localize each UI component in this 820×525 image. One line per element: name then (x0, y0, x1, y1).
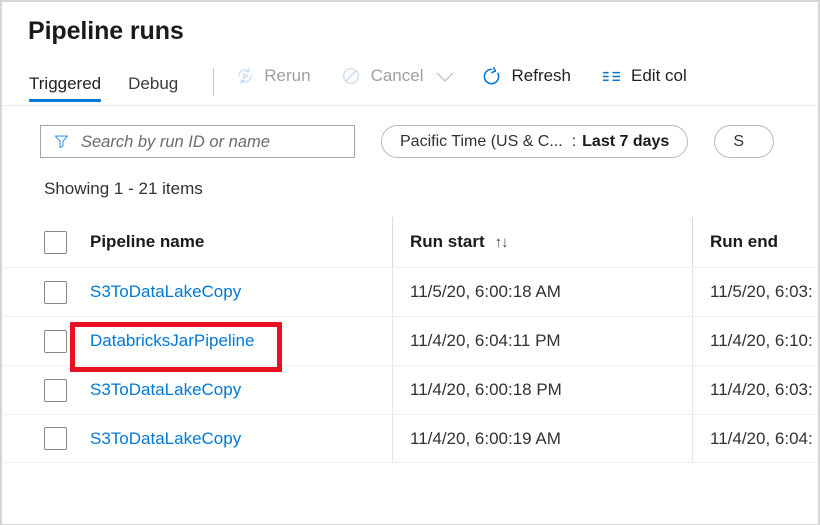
row-run-end-cell: 11/5/20, 6:03: (692, 268, 818, 316)
row-run-start-cell: 11/5/20, 6:00:18 AM (392, 268, 692, 316)
run-end-value: 11/4/20, 6:03: (710, 379, 813, 401)
rerun-button[interactable]: Rerun (230, 61, 318, 101)
table-row[interactable]: S3ToDataLakeCopy 11/4/20, 6:00:18 PM 11/… (2, 365, 818, 414)
time-range-value: Last 7 days (582, 133, 669, 151)
row-name-cell: S3ToDataLakeCopy (90, 415, 392, 462)
row-name-cell: DatabricksJarPipeline (90, 317, 392, 365)
row-name-cell: S3ToDataLakeCopy (90, 268, 392, 316)
title-bar: Pipeline runs (2, 2, 818, 48)
row-run-start-cell: 11/4/20, 6:04:11 PM (392, 317, 692, 365)
row-checkbox[interactable] (44, 379, 67, 402)
pipeline-name-link[interactable]: DatabricksJarPipeline (90, 330, 254, 352)
edit-columns-label: Edit col (631, 65, 687, 87)
column-header-run-end-label: Run end (710, 231, 778, 253)
select-all-cell (2, 217, 90, 267)
refresh-icon (481, 66, 502, 87)
pipeline-runs-table: Pipeline name Run start ↑↓ Run end S3ToD… (2, 217, 818, 463)
rerun-icon (234, 66, 255, 87)
toolbar-divider (213, 68, 214, 96)
command-bar: Triggered Debug Rerun (2, 56, 818, 106)
time-zone-label: Pacific Time (US & C... (400, 133, 563, 151)
pipeline-name-link[interactable]: S3ToDataLakeCopy (90, 281, 241, 303)
results-count: Showing 1 - 21 items (2, 158, 818, 200)
row-checkbox[interactable] (44, 427, 67, 450)
row-select-cell (2, 268, 90, 316)
column-header-run-start[interactable]: Run start ↑↓ (392, 217, 692, 267)
cancel-button[interactable]: Cancel (337, 61, 460, 101)
edit-columns-icon (601, 66, 622, 87)
rerun-label: Rerun (264, 65, 310, 87)
tab-triggered-label: Triggered (29, 74, 101, 93)
row-name-cell: S3ToDataLakeCopy (90, 366, 392, 414)
column-header-run-end[interactable]: Run end (692, 217, 818, 267)
chevron-down-icon[interactable] (437, 65, 454, 82)
row-select-cell (2, 366, 90, 414)
refresh-label: Refresh (511, 65, 571, 87)
column-header-name-label: Pipeline name (90, 231, 204, 253)
column-header-run-start-label: Run start (410, 231, 485, 253)
table-row[interactable]: S3ToDataLakeCopy 11/5/20, 6:00:18 AM 11/… (2, 267, 818, 316)
pill-separator: : (572, 133, 576, 151)
status-filter-label: S (733, 133, 744, 151)
time-range-filter-pill[interactable]: Pacific Time (US & C... : Last 7 days (381, 125, 688, 158)
tab-debug[interactable]: Debug (128, 73, 178, 106)
pipeline-name-link[interactable]: S3ToDataLakeCopy (90, 428, 241, 450)
search-input[interactable]: Search by run ID or name (40, 125, 355, 158)
table-header-row: Pipeline name Run start ↑↓ Run end (2, 217, 818, 267)
filter-row: Search by run ID or name Pacific Time (U… (2, 106, 818, 158)
run-start-value: 11/4/20, 6:00:19 AM (410, 428, 561, 450)
row-run-start-cell: 11/4/20, 6:00:19 AM (392, 415, 692, 462)
run-end-value: 11/4/20, 6:10: (710, 330, 813, 352)
row-checkbox[interactable] (44, 281, 67, 304)
run-start-value: 11/4/20, 6:00:18 PM (410, 379, 562, 401)
sort-arrows-icon[interactable]: ↑↓ (495, 234, 508, 251)
edit-columns-button[interactable]: Edit col (597, 61, 695, 101)
row-run-start-cell: 11/4/20, 6:00:18 PM (392, 366, 692, 414)
tab-triggered[interactable]: Triggered (29, 73, 101, 106)
filter-icon (51, 131, 72, 152)
run-end-value: 11/5/20, 6:03: (710, 281, 813, 303)
run-end-value: 11/4/20, 6:04: (710, 428, 813, 450)
row-run-end-cell: 11/4/20, 6:03: (692, 366, 818, 414)
status-filter-pill[interactable]: S (714, 125, 774, 158)
run-start-value: 11/5/20, 6:00:18 AM (410, 281, 561, 303)
cancel-label: Cancel (371, 65, 424, 87)
pipeline-name-link[interactable]: S3ToDataLakeCopy (90, 379, 241, 401)
table-row[interactable]: S3ToDataLakeCopy 11/4/20, 6:00:19 AM 11/… (2, 414, 818, 463)
row-select-cell (2, 415, 90, 462)
select-all-checkbox[interactable] (44, 231, 67, 254)
run-start-value: 11/4/20, 6:04:11 PM (410, 330, 561, 352)
row-run-end-cell: 11/4/20, 6:10: (692, 317, 818, 365)
pipeline-runs-window: Pipeline runs Triggered Debug (0, 0, 820, 525)
row-select-cell (2, 317, 90, 365)
search-placeholder: Search by run ID or name (81, 132, 270, 152)
page-title: Pipeline runs (28, 14, 818, 48)
row-run-end-cell: 11/4/20, 6:04: (692, 415, 818, 462)
cancel-icon (341, 66, 362, 87)
column-header-name[interactable]: Pipeline name (90, 217, 392, 267)
tab-list: Triggered Debug (29, 56, 205, 106)
tab-debug-label: Debug (128, 74, 178, 93)
refresh-button[interactable]: Refresh (477, 61, 579, 101)
row-checkbox[interactable] (44, 330, 67, 353)
table-row[interactable]: DatabricksJarPipeline 11/4/20, 6:04:11 P… (2, 316, 818, 365)
